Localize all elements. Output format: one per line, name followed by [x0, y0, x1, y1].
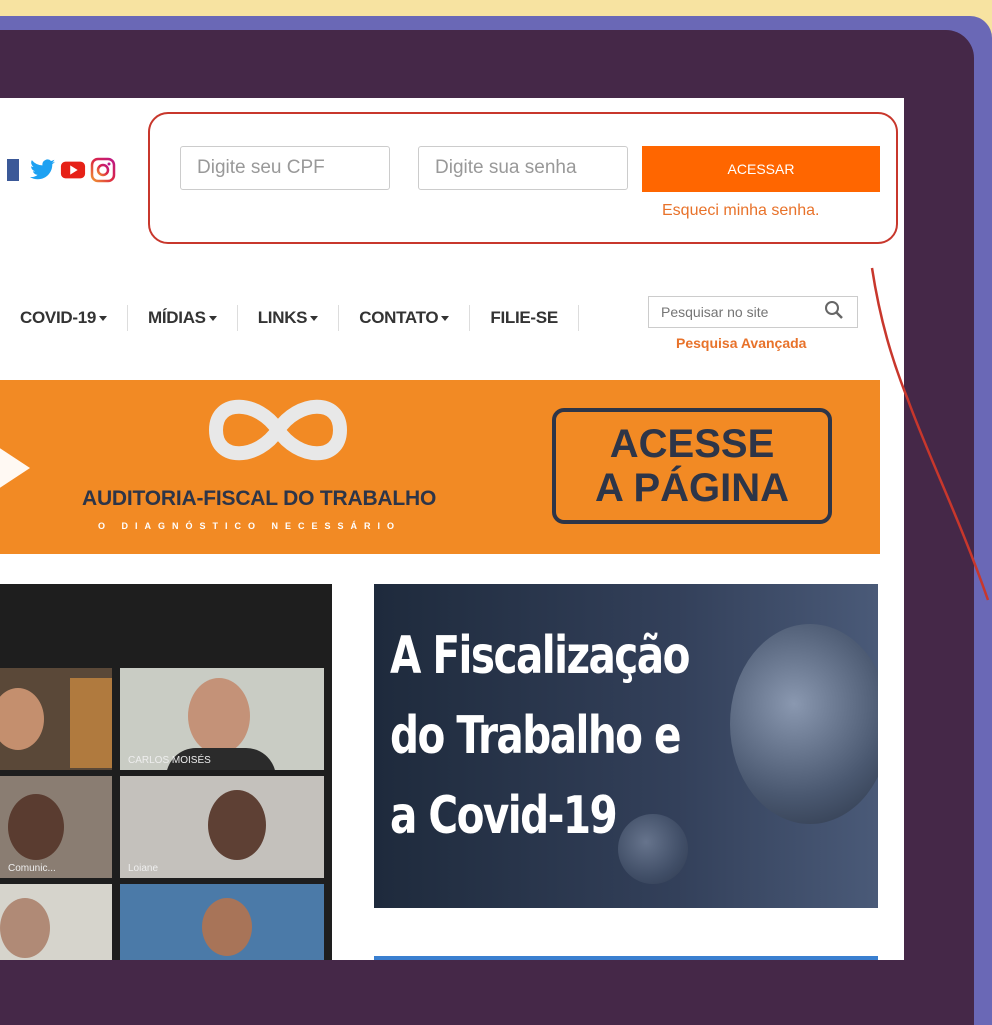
annotation-line [870, 267, 990, 601]
